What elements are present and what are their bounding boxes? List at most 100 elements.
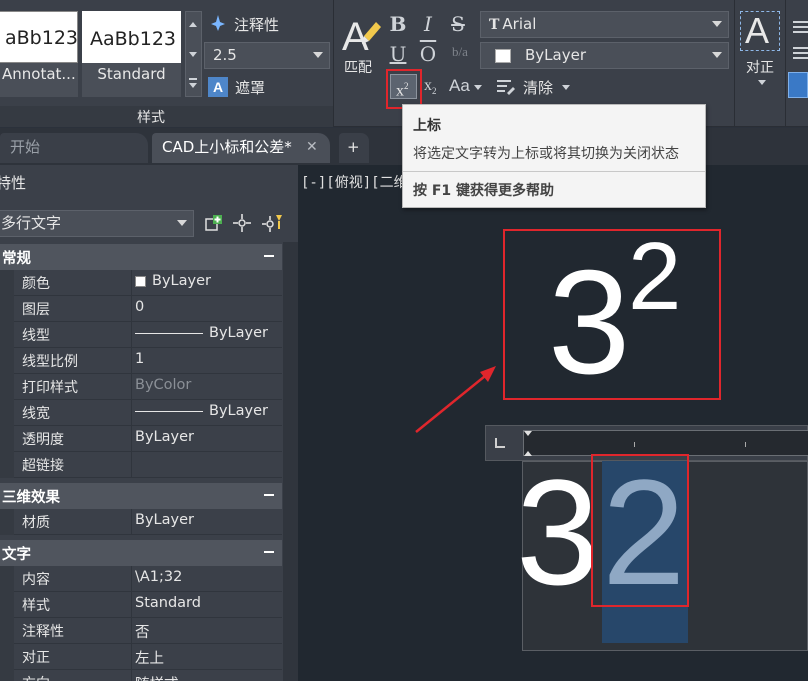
- section-3d-effects[interactable]: 三维效果: [0, 483, 282, 509]
- annotative-label[interactable]: 注释性: [234, 14, 279, 35]
- property-row[interactable]: 颜色 ByLayer: [0, 270, 282, 296]
- justify-label[interactable]: 对正: [746, 57, 774, 77]
- property-row[interactable]: 超链接: [0, 452, 282, 478]
- clear-dropdown-icon[interactable]: [562, 85, 570, 90]
- drawing-canvas[interactable]: [-][俯视][二维线框] 3 2 3 2: [298, 165, 808, 681]
- property-value[interactable]: 1: [135, 351, 144, 367]
- match-properties-icon[interactable]: A: [340, 14, 384, 59]
- property-row[interactable]: 线宽 ByLayer: [0, 400, 282, 426]
- text-style-annotative-swatch[interactable]: aBb123: [0, 11, 78, 63]
- close-tab-icon[interactable]: ✕: [306, 133, 318, 161]
- property-row[interactable]: 图层 0: [0, 296, 282, 322]
- subscript-button[interactable]: x2: [424, 77, 446, 97]
- object-type-value: 多行文字: [1, 214, 62, 232]
- property-row[interactable]: 打印样式 ByColor: [0, 374, 282, 400]
- lineweight-preview-icon: [135, 410, 203, 412]
- column-divider: [131, 618, 132, 644]
- quick-select-icon[interactable]: [262, 213, 284, 233]
- bullets-icon[interactable]: [790, 46, 808, 60]
- property-key: 线型: [22, 328, 50, 344]
- overline-button[interactable]: O: [418, 42, 438, 66]
- superscript-button[interactable]: x2: [390, 74, 417, 99]
- paragraph-icon[interactable]: [790, 20, 808, 34]
- italic-button[interactable]: I: [418, 12, 438, 36]
- bold-button[interactable]: B: [388, 12, 408, 36]
- property-row[interactable]: 线型 ByLayer: [0, 322, 282, 348]
- property-value[interactable]: \A1;32: [135, 569, 182, 585]
- column-divider: [131, 566, 132, 592]
- tab-stop-icon[interactable]: [495, 438, 505, 448]
- section-general-title: 常规: [2, 251, 31, 267]
- property-value[interactable]: Standard: [135, 595, 201, 611]
- mask-label[interactable]: 遮罩: [235, 77, 265, 98]
- property-row[interactable]: 注释性 否: [0, 618, 282, 644]
- annotative-icon[interactable]: [210, 14, 226, 32]
- clear-label[interactable]: 清除: [523, 77, 553, 98]
- match-label[interactable]: 匹配: [344, 57, 372, 77]
- collapse-icon[interactable]: [264, 255, 274, 257]
- tab-start[interactable]: 开始: [0, 133, 148, 163]
- column-divider: [131, 270, 132, 296]
- column-divider: [131, 374, 132, 400]
- gallery-expand-icon[interactable]: [189, 78, 197, 80]
- tab-drawing[interactable]: CAD上小标和公差* ✕: [152, 133, 330, 163]
- strikethrough-button[interactable]: S: [448, 12, 468, 36]
- property-value[interactable]: ByLayer: [135, 273, 211, 289]
- property-value[interactable]: 随样式: [135, 673, 179, 681]
- text-height-dropdown[interactable]: 2.5: [204, 42, 330, 69]
- indent-marker-top-icon[interactable]: [524, 431, 532, 436]
- style-gallery-scroller[interactable]: [185, 11, 202, 97]
- collapse-icon[interactable]: [264, 494, 274, 496]
- mask-icon[interactable]: A: [208, 77, 228, 97]
- property-row[interactable]: 方向 随样式: [0, 670, 282, 681]
- change-case-dropdown-icon[interactable]: [474, 85, 482, 90]
- property-key: 内容: [22, 572, 50, 588]
- object-type-dropdown[interactable]: 多行文字: [0, 210, 194, 237]
- columns-icon[interactable]: [788, 72, 808, 98]
- font-dropdown[interactable]: T Arial: [480, 11, 729, 38]
- color-dropdown[interactable]: ByLayer: [480, 42, 729, 69]
- property-key: 注释性: [22, 624, 64, 640]
- justify-icon[interactable]: A: [740, 10, 780, 51]
- text-style-standard-swatch[interactable]: AaBb123: [82, 11, 181, 63]
- gallery-expand-arrow-icon[interactable]: [189, 83, 197, 88]
- new-tab-button[interactable]: +: [339, 133, 369, 163]
- select-objects-icon[interactable]: [232, 213, 252, 233]
- scroll-down-icon[interactable]: [189, 52, 197, 57]
- property-value[interactable]: ByLayer: [135, 403, 268, 419]
- text-style-standard-caption[interactable]: Standard: [82, 63, 181, 97]
- property-row[interactable]: 透明度 ByLayer: [0, 426, 282, 452]
- tooltip-title: 上标: [413, 118, 441, 134]
- scroll-up-icon[interactable]: [189, 22, 197, 27]
- property-row[interactable]: 材质 ByLayer: [0, 509, 282, 535]
- lineweight-value: ByLayer: [209, 403, 268, 419]
- toggle-pickadd-icon[interactable]: [204, 213, 224, 233]
- property-value[interactable]: 否: [135, 621, 150, 642]
- property-value[interactable]: ByLayer: [135, 429, 194, 445]
- row-gutter: [0, 296, 14, 322]
- section-text[interactable]: 文字: [0, 540, 282, 566]
- property-row[interactable]: 对正 左上: [0, 644, 282, 670]
- tooltip-divider: [403, 171, 705, 172]
- column-divider: [131, 592, 132, 618]
- property-row[interactable]: 样式 Standard: [0, 592, 282, 618]
- justify-dropdown-icon[interactable]: [758, 80, 766, 85]
- palette-scrollbar[interactable]: [283, 242, 298, 681]
- underline-button[interactable]: U: [388, 42, 408, 66]
- font-value: Arial: [502, 15, 537, 33]
- property-value[interactable]: 0: [135, 299, 144, 315]
- clear-formatting-icon[interactable]: [496, 77, 516, 97]
- property-row[interactable]: 内容 \A1;32: [0, 566, 282, 592]
- property-row[interactable]: 线型比例 1: [0, 348, 282, 374]
- collapse-icon[interactable]: [264, 551, 274, 553]
- section-general[interactable]: 常规: [0, 244, 282, 270]
- stack-button[interactable]: b/a: [452, 44, 468, 64]
- property-value[interactable]: ByLayer: [135, 325, 268, 341]
- editor-base-text[interactable]: 3: [516, 457, 599, 607]
- property-value[interactable]: ByLayer: [135, 512, 194, 528]
- property-value[interactable]: 左上: [135, 647, 164, 668]
- change-case-icon[interactable]: Aa: [449, 76, 471, 98]
- text-style-annotative-caption[interactable]: Annotat...: [0, 63, 78, 97]
- text-height-value: 2.5: [213, 46, 237, 64]
- property-key: 颜色: [22, 276, 50, 292]
